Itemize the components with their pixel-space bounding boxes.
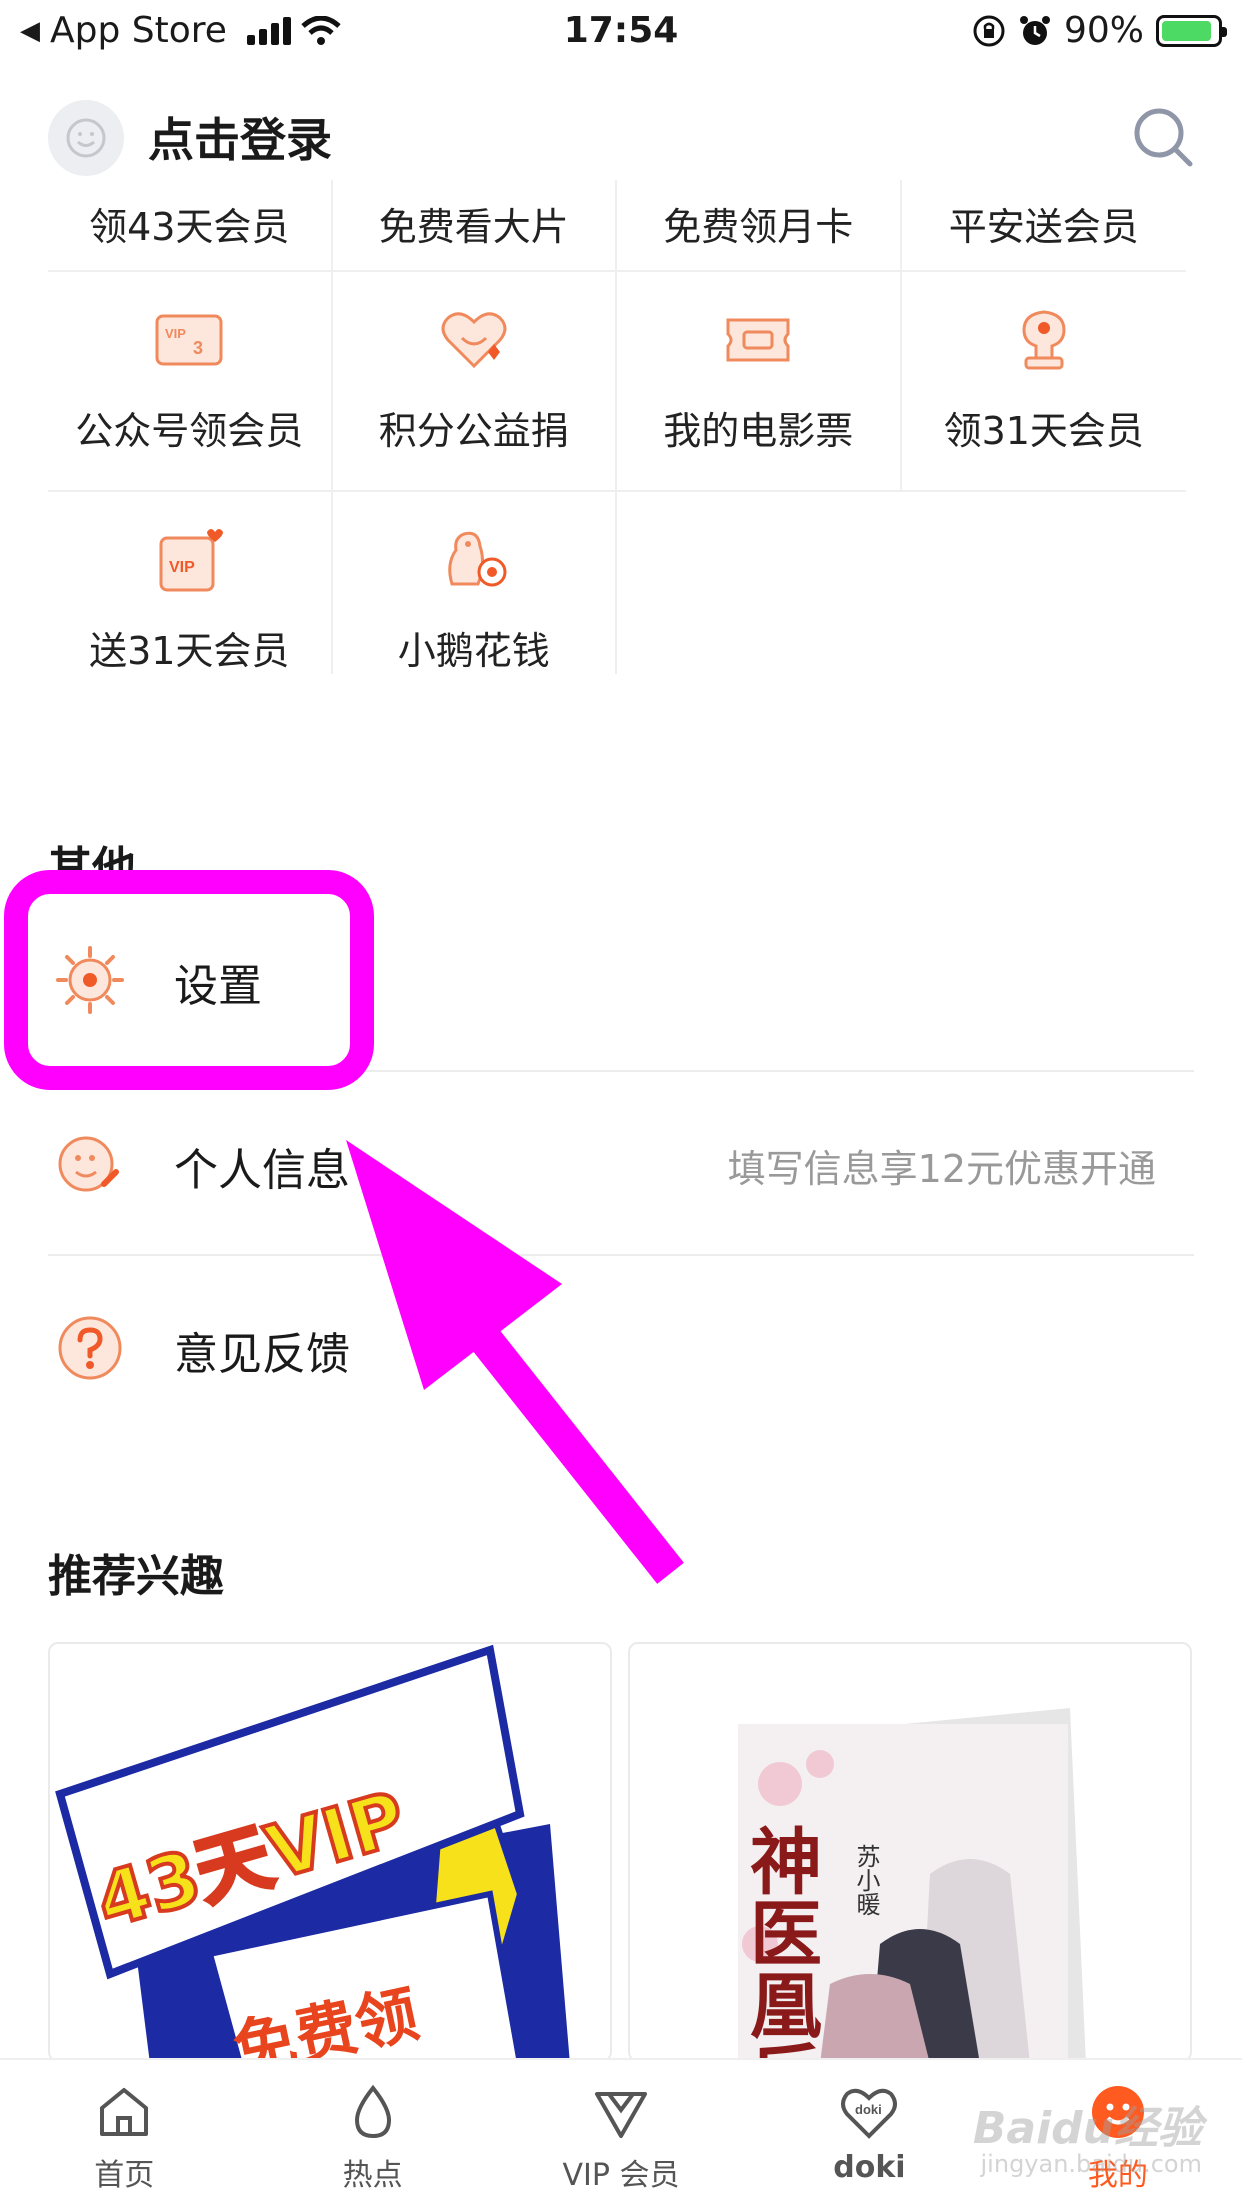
service-empty-cell [902,492,1187,674]
list-item-label: 个人信息 [174,1145,350,1196]
avatar[interactable] [48,100,124,176]
service-label: 小鹅花钱 [397,629,550,673]
search-icon[interactable] [1130,104,1196,170]
service-item-movie-ticket[interactable]: 我的电影票 [617,272,902,490]
question-icon [58,1316,122,1380]
watermark-logo: Baidu经验 [972,2103,1202,2154]
svg-text:VIP: VIP [169,559,195,576]
recommend-card-vip-promo[interactable]: 43天VIP 免费领 [48,1642,612,2062]
tab-label: VIP 会员 [562,2158,680,2193]
watermark-url: jingyan.baidu.com [980,2150,1202,2178]
service-item[interactable]: 领43天会员 [48,180,333,270]
status-right: 90% [972,10,1227,51]
tab-home[interactable]: 首页 [0,2060,248,2208]
battery-icon [1156,14,1227,47]
vip-diamond-icon [595,2092,648,2138]
list-item-label: 意见反馈 [174,1329,350,1380]
tab-hot[interactable]: 热点 [248,2060,496,2208]
service-label: 送31天会员 [89,629,290,673]
tab-label: 首页 [94,2158,155,2193]
tab-doki[interactable]: doki doki [745,2060,993,2208]
alarm-icon [1019,15,1050,45]
service-label: 免费领月卡 [663,205,854,249]
service-label: 我的电影票 [663,409,854,453]
service-grid-row-partial: 领43天会员 免费看大片 免费领月卡 平安送会员 [48,180,1186,272]
service-item-official-account[interactable]: VIP 3 公众号领会员 [48,272,333,490]
annotation-highlight-box [4,870,374,1090]
smiley-icon [66,118,106,158]
doki-badge-text: doki [855,2102,882,2117]
list-item-hint: 填写信息享12元优惠开通 [727,1147,1156,1191]
service-item-penguin-pay[interactable]: 小鹅花钱 [333,492,617,674]
service-item[interactable]: 免费领月卡 [617,180,902,270]
tab-label: doki [833,2150,906,2185]
recommend-card-novel[interactable]: 神医凰后 苏小暖 [628,1642,1192,2062]
book-author: 苏小暖 [852,1844,880,1916]
svg-text:3: 3 [193,338,203,358]
book-title: 神医凰后 [738,1824,823,2062]
service-label: 平安送会员 [948,205,1139,249]
service-item-31-day-vip[interactable]: 领31天会员 [902,272,1187,490]
svg-text:VIP: VIP [165,326,186,341]
battery-percent: 90% [1063,10,1144,51]
service-grid-row: VIP 送31天会员 小鹅花钱 [48,492,1186,674]
service-item-gift-vip[interactable]: VIP 送31天会员 [48,492,333,674]
status-bar: ◀ App Store 17:54 90% [0,0,1242,62]
service-label: 免费看大片 [378,205,569,249]
header: 点击登录 [0,90,1242,180]
tab-vip[interactable]: VIP 会员 [497,2060,745,2208]
profile-edit-icon [58,1136,119,1192]
list-item-personal-info[interactable]: 个人信息 填写信息享12元优惠开通 [48,1072,1194,1256]
list-item-feedback[interactable]: 意见反馈 [48,1256,1194,1440]
tab-label: 热点 [342,2158,403,2193]
login-link[interactable]: 点击登录 [148,104,332,170]
book-cover-illustration: 神医凰后 苏小暖 [630,1644,1190,2062]
service-label: 领43天会员 [89,205,290,249]
service-label: 公众号领会员 [75,409,304,453]
service-grid-row: VIP 3 公众号领会员 积分公益捐 我的电影票 领31天会员 [48,272,1186,492]
doki-heart-icon: doki [841,2088,898,2139]
service-label: 领31天会员 [943,409,1144,453]
service-item[interactable]: 平安送会员 [902,180,1187,270]
vip-card-icon: VIP 3 [155,314,223,366]
service-empty-cell [617,492,902,674]
section-title-recommend: 推荐兴趣 [48,1551,224,1602]
trophy-icon [1022,310,1066,370]
service-item[interactable]: 免费看大片 [333,180,617,270]
ticket-icon [726,318,790,362]
service-label: 积分公益捐 [378,409,569,453]
service-item-charity[interactable]: 积分公益捐 [333,272,617,490]
home-icon [100,2088,149,2136]
flame-icon [354,2084,391,2139]
vip-gift-icon: VIP [159,529,224,592]
rotation-lock-icon [973,15,1005,46]
vip-promo-illustration: 43天VIP 免费领 [50,1644,610,2060]
heart-icon [441,312,507,369]
penguin-icon [448,531,507,587]
